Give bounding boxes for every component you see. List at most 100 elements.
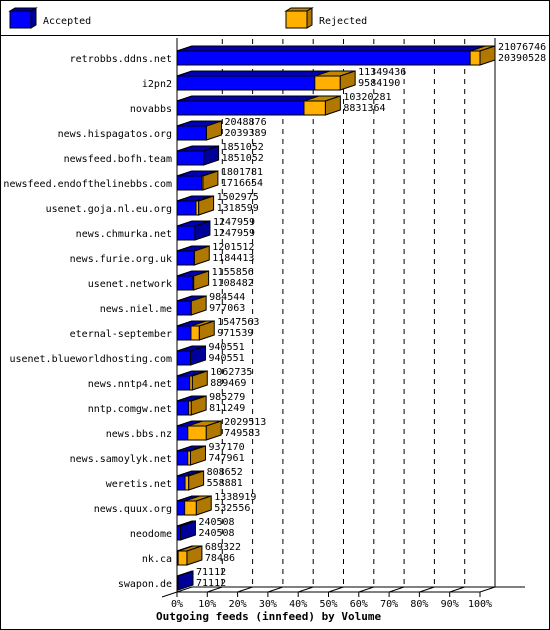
bar-accepted	[176, 275, 194, 291]
bar-accepted-front	[176, 225, 196, 241]
category-label: news.nntp4.net	[88, 379, 172, 390]
bar-row	[176, 520, 196, 541]
bar-accepted	[176, 500, 186, 516]
value-label-total: 2029513	[224, 417, 266, 428]
bar-accepted	[176, 425, 189, 441]
value-label-accepted: 71112	[196, 578, 226, 589]
value-label-total: 984544	[209, 292, 245, 303]
category-label: newsfeed.bofh.team	[64, 154, 172, 165]
category-label: news.bbs.nz	[106, 429, 172, 440]
value-label-accepted: 8831364	[343, 103, 385, 114]
x-axis-depth-right	[479, 586, 496, 593]
bar-accepted	[176, 250, 195, 266]
bar-accepted	[176, 450, 189, 466]
value-label-total: 11349436	[358, 67, 406, 78]
value-label-accepted: 1184413	[212, 253, 254, 264]
bar-accepted	[176, 300, 192, 316]
bar-row	[176, 295, 207, 316]
bar-accepted	[176, 175, 203, 191]
x-tick-depth	[388, 586, 405, 593]
bar-row	[176, 445, 206, 466]
category-labels: retrobbs.ddns.net i2pn2 novabbs news.hispag…	[3, 54, 172, 590]
value-label-total: 240508	[198, 517, 234, 528]
bar-row	[176, 370, 208, 391]
x-tick-label: 80%	[410, 599, 428, 610]
bar-rejected	[176, 545, 203, 566]
x-tick-depth	[328, 586, 344, 593]
x-tick-depth	[237, 586, 253, 593]
bar-accepted	[176, 200, 197, 216]
x-tick-depth	[267, 586, 284, 593]
value-label-accepted: 1318599	[217, 203, 259, 214]
value-label-accepted: 532556	[214, 503, 250, 514]
value-label-total: 21076746	[498, 42, 546, 53]
category-label: eternal-september	[70, 329, 172, 340]
value-label-accepted: 9584190	[358, 78, 400, 89]
bar-accepted-front	[176, 525, 181, 541]
category-label: i2pn2	[142, 79, 172, 90]
x-tick-label: 30%	[259, 599, 277, 610]
value-label-total: 10320281	[343, 92, 391, 103]
value-label-total: 940551	[209, 342, 245, 353]
x-tick-label: 20%	[229, 599, 247, 610]
category-label: retrobbs.ddns.net	[70, 54, 172, 65]
bar-row	[176, 395, 207, 416]
bar-row	[176, 145, 220, 166]
value-label-total: 689322	[205, 542, 241, 553]
value-label-accepted: 2039389	[224, 128, 266, 139]
category-label: news.furie.org.uk	[70, 254, 172, 265]
bar-chart: Accepted Rejected retrobbs.ddns.net i2pn2 n…	[3, 7, 546, 623]
bar-accepted	[176, 325, 192, 341]
bar-row	[176, 545, 203, 566]
value-label-total: 1502975	[217, 192, 259, 203]
value-label-total: 937170	[208, 442, 244, 453]
value-label-accepted: 940551	[209, 353, 245, 364]
x-tick-labels: 0% 10% 20% 30% 40% 50% 60% 70% 80% 90% 100%	[171, 599, 492, 610]
legend-swatch	[9, 10, 32, 29]
value-label-accepted: 78486	[205, 553, 235, 564]
value-label-total: 1851052	[222, 142, 264, 153]
category-label: news.chmurka.net	[76, 229, 172, 240]
category-label: swapon.de	[118, 579, 172, 590]
chart-title: Outgoing feeds (innfeed) by Volume	[156, 610, 382, 623]
value-label-total: 808652	[207, 467, 243, 478]
x-tick-label: 0%	[171, 599, 183, 610]
bar-accepted-front	[176, 575, 179, 591]
bar-row	[176, 220, 211, 241]
value-label-total: 1801781	[221, 167, 263, 178]
x-tick-depth	[358, 586, 374, 593]
value-label-total: 1201512	[212, 242, 254, 253]
bar-row	[176, 345, 207, 366]
x-tick-depth	[298, 586, 314, 593]
value-label-accepted: 20390528	[498, 53, 546, 64]
bar-row	[176, 470, 205, 491]
value-label-accepted: 971539	[217, 328, 253, 339]
bar-row	[176, 495, 212, 516]
bar-accepted	[176, 75, 316, 91]
x-tick-label: 70%	[380, 599, 398, 610]
bar-row	[176, 45, 496, 66]
value-label-total: 1155856	[212, 267, 254, 278]
value-label-accepted: 977063	[209, 303, 245, 314]
bar-accepted	[176, 125, 207, 141]
category-label: nntp.comgw.net	[88, 404, 172, 415]
bar-accepted-front	[176, 350, 192, 366]
bar-row	[176, 270, 210, 291]
category-label: nk.ca	[142, 554, 172, 565]
value-label-total: 1547563	[217, 317, 259, 328]
category-label: usenet.blueworldhosting.com	[9, 354, 172, 365]
value-label-accepted: 1108482	[212, 278, 254, 289]
x-tick-label: 90%	[441, 599, 459, 610]
bar-accepted-top	[176, 95, 320, 102]
bar-accepted	[176, 550, 179, 566]
bar-row	[176, 420, 222, 441]
legend-swatch	[285, 10, 308, 29]
bar-accepted	[176, 375, 191, 391]
value-label-accepted: 558881	[207, 478, 243, 489]
bar-row	[176, 70, 356, 91]
category-label: novabbs	[130, 104, 172, 115]
x-tick-label: 100%	[468, 599, 492, 610]
bar-accepted	[176, 50, 471, 66]
bar-accepted	[176, 100, 305, 116]
category-label: news.samoylyk.net	[70, 454, 172, 465]
